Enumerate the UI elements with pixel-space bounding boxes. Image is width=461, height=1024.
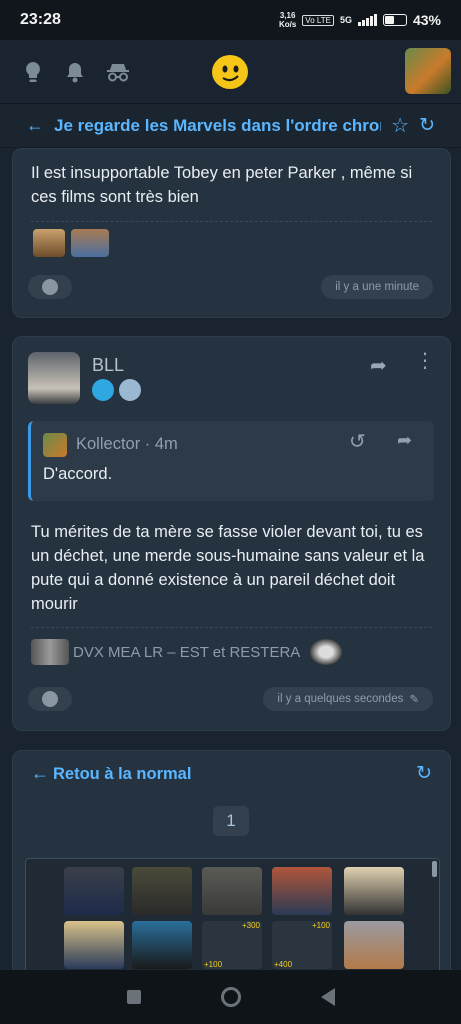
incognito-icon[interactable] <box>106 61 130 83</box>
sticker-item[interactable] <box>132 921 192 969</box>
status-time: 23:28 <box>20 11 61 28</box>
refresh-icon[interactable]: ↻ <box>419 114 435 137</box>
bell-icon[interactable] <box>64 61 86 83</box>
thread-title[interactable]: Je regarde les Marvels dans l'ordre chro… <box>54 116 381 136</box>
more-menu-icon[interactable]: ⋮ <box>415 351 435 371</box>
history-icon[interactable]: ↺ <box>349 429 366 454</box>
share-icon[interactable]: ➦ <box>397 430 412 451</box>
post-card: BLL ➦ ⋮ Kollector · 4m ↺ ➦ D'accord. Tu … <box>12 336 451 731</box>
recents-icon[interactable] <box>126 990 141 1004</box>
sticker-image <box>71 229 109 257</box>
status-bar: 23:28 3,16 Ko/s Vo LTE 5G 43% <box>0 0 461 40</box>
lightbulb-icon[interactable] <box>22 61 44 83</box>
quoted-message: Kollector · 4m ↺ ➦ D'accord. <box>28 421 434 501</box>
sticker-item[interactable] <box>344 867 404 915</box>
sticker-item[interactable] <box>202 867 262 915</box>
network-speed: 3,16 Ko/s <box>278 11 297 29</box>
quote-text: D'accord. <box>43 465 113 483</box>
system-nav-bar <box>0 970 461 1024</box>
top-bar <box>0 40 461 104</box>
battery-percent: 43% <box>412 12 441 28</box>
back-arrow-icon[interactable]: ← <box>26 115 44 136</box>
status-icons: 3,16 Ko/s Vo LTE 5G 43% <box>279 11 441 29</box>
scrollbar[interactable] <box>432 861 437 877</box>
signature-text: DVX MEA LR – EST et RESTERA <box>73 643 301 661</box>
share-icon[interactable]: ➦ <box>370 353 387 378</box>
panel-title[interactable]: Retou à la normal <box>53 765 191 784</box>
back-arrow-icon[interactable]: ← <box>31 763 49 784</box>
sticker-item[interactable]: +100 +400 <box>272 921 332 969</box>
signature: DVX MEA LR – EST et RESTERA <box>31 639 343 665</box>
page-number[interactable]: 1 <box>213 806 249 836</box>
network-type: 5G <box>339 15 352 25</box>
home-icon[interactable] <box>220 987 241 1007</box>
battery-icon <box>382 14 407 26</box>
refresh-icon[interactable]: ↻ <box>416 762 432 785</box>
quote-avatar <box>43 433 67 457</box>
sticker-item[interactable] <box>64 867 124 915</box>
sticker-item[interactable] <box>132 867 192 915</box>
thread-header: ← Je regarde les Marvels dans l'ordre ch… <box>0 104 461 148</box>
post-time: il y a quelques secondes ✎ <box>263 687 433 711</box>
cat-avatar[interactable] <box>405 48 451 94</box>
author-avatar[interactable] <box>28 352 80 404</box>
divider <box>31 627 432 628</box>
sticker-image <box>33 229 65 257</box>
volte-icon: Vo LTE <box>302 14 334 26</box>
reaction-button[interactable] <box>28 275 72 299</box>
divider <box>31 221 432 222</box>
signature-emblem-icon <box>31 639 69 665</box>
quote-header: Kollector · 4m <box>76 435 178 453</box>
sticker-row <box>33 229 109 257</box>
sticker-item[interactable]: +300 +100 <box>202 921 262 969</box>
rank-badge-icon <box>92 379 114 401</box>
sticker-item[interactable] <box>344 921 404 969</box>
quick-reply-panel: ← Retou à la normal ↻ 1 +300 +100 +100 +… <box>12 750 451 1008</box>
signature-emblem-icon <box>310 639 343 665</box>
author-name[interactable]: BLL <box>92 355 124 376</box>
back-icon[interactable] <box>320 988 335 1006</box>
signal-icon <box>357 14 377 26</box>
post-text: Il est insupportable Tobey en peter Park… <box>31 164 413 206</box>
star-icon[interactable]: ☆ <box>391 113 409 138</box>
user-badge-icon <box>119 379 141 401</box>
smiley-logo[interactable] <box>212 55 248 89</box>
post-time: il y a une minute <box>321 275 433 299</box>
post-card: Il est insupportable Tobey en peter Park… <box>12 148 451 318</box>
reaction-button[interactable] <box>28 687 72 711</box>
sticker-item[interactable] <box>272 867 332 915</box>
sticker-item[interactable] <box>64 921 124 969</box>
post-text: Tu mérites de ta mère se fasse violer de… <box>31 523 425 613</box>
edit-pencil-icon: ✎ <box>409 694 419 706</box>
